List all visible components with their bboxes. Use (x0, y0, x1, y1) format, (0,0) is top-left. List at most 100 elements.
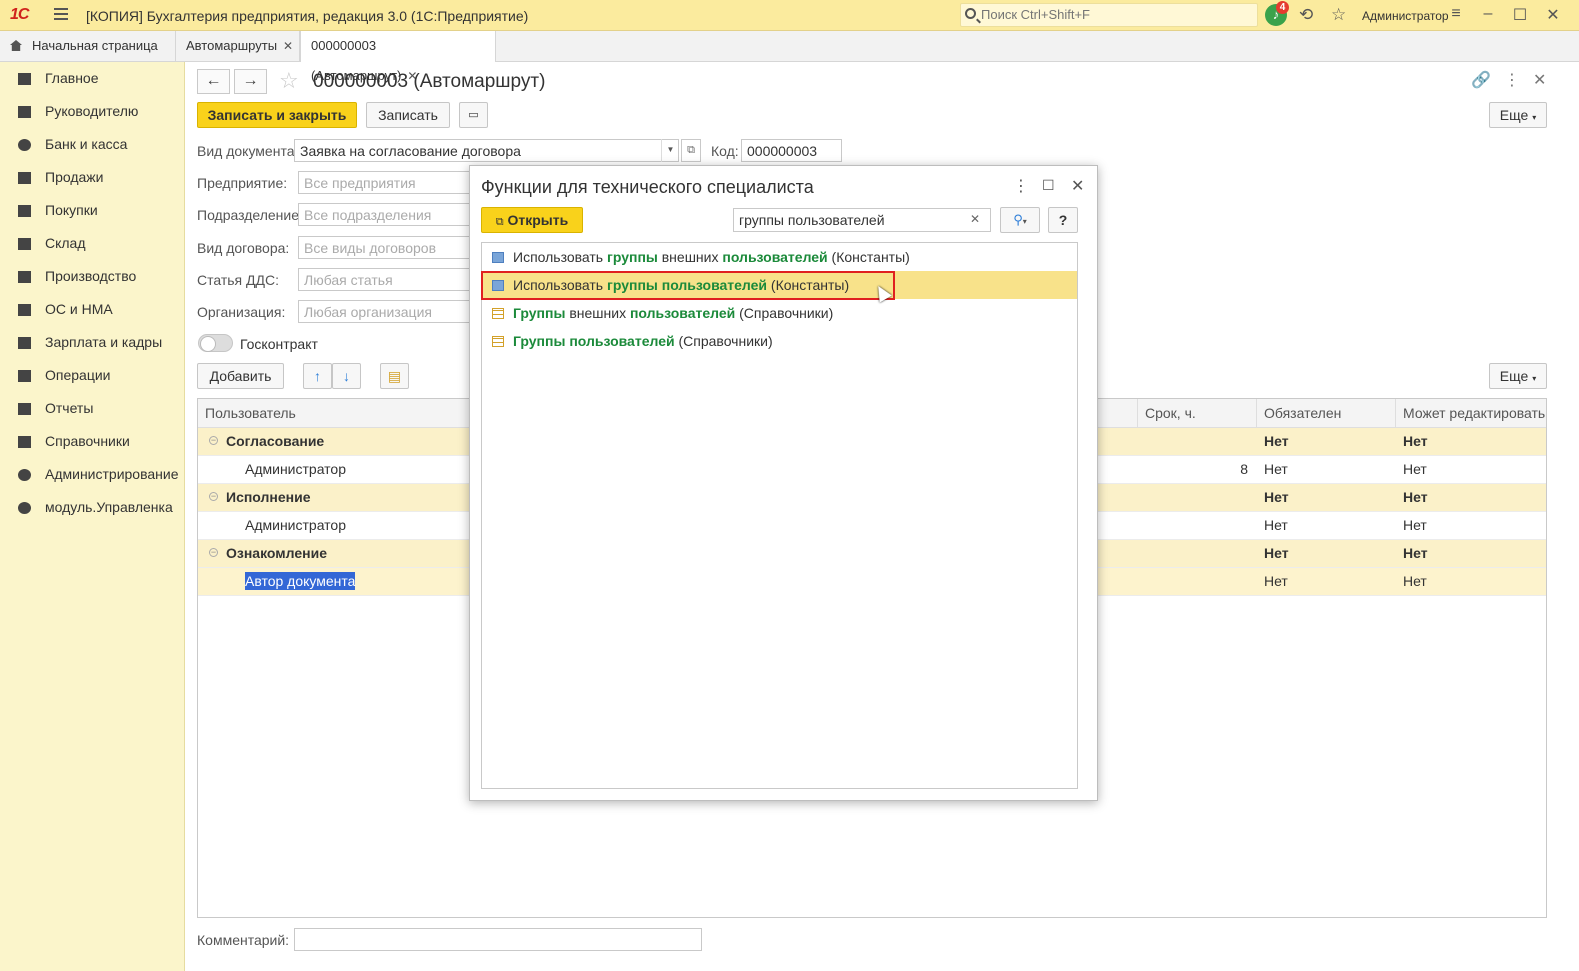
sidebar-item-purchases[interactable]: Покупки (0, 194, 185, 227)
division-placeholder: Все подразделения (304, 207, 432, 223)
settings-menu-icon[interactable]: ≡ (1446, 5, 1466, 23)
global-search[interactable] (960, 3, 1258, 27)
column-header-required[interactable]: Обязателен (1256, 399, 1395, 428)
sidebar-item-references[interactable]: Справочники (0, 425, 185, 458)
column-header-editable[interactable]: Может редактировать (1395, 399, 1546, 428)
save-button[interactable]: Записать (366, 102, 450, 128)
editable-cell: Нет (1403, 545, 1428, 561)
global-search-input[interactable] (981, 7, 1251, 22)
module-icon (18, 502, 31, 514)
list-icon (18, 73, 31, 85)
sidebar-item-warehouse[interactable]: Склад (0, 227, 185, 260)
column-header-term[interactable]: Срок, ч. (1137, 399, 1256, 428)
help-button[interactable]: ? (1048, 207, 1078, 233)
sidebar-item-reports[interactable]: Отчеты (0, 392, 185, 425)
sidebar-item-management-module[interactable]: модуль.Управленка (0, 491, 185, 524)
history-icon[interactable]: ⟲ (1299, 5, 1313, 25)
required-cell: Нет (1264, 545, 1289, 561)
minimize-icon[interactable]: – (1478, 5, 1498, 23)
tab-label: Начальная страница (32, 38, 158, 53)
contract-type-field[interactable]: Все виды договоров (298, 236, 470, 259)
sidebar-item-manager[interactable]: Руководителю (0, 95, 185, 128)
user-cell[interactable]: Автор документа (245, 572, 356, 590)
debit-credit-icon (18, 370, 31, 382)
app-title: [КОПИЯ] Бухгалтерия предприятия, редакци… (86, 8, 529, 24)
save-and-close-button[interactable]: Записать и закрыть (197, 102, 357, 128)
org-placeholder: Любая организация (304, 304, 432, 320)
sidebar-item-sales[interactable]: Продажи (0, 161, 185, 194)
home-icon (10, 40, 22, 51)
editable-cell: Нет (1403, 517, 1427, 533)
tab-automarshrut-document[interactable]: 000000003 (Автомаршрут) ✕ (300, 31, 496, 83)
add-button[interactable]: Добавить (197, 363, 284, 389)
clear-search-icon[interactable]: ✕ (970, 212, 980, 226)
sidebar-item-label: Руководителю (45, 103, 139, 119)
match-highlight: пользователей (722, 249, 828, 265)
functions-list[interactable]: Использовать группы внешних пользователе… (481, 242, 1078, 789)
sidebar-item-label: Продажи (45, 169, 104, 185)
tab-automarshruty[interactable]: Автомаршруты ✕ (176, 31, 300, 61)
sidebar-item-assets[interactable]: ОС и НМА (0, 293, 185, 326)
dds-field[interactable]: Любая статья (298, 268, 470, 291)
menu-icon[interactable] (54, 8, 68, 20)
enterprise-field[interactable]: Все предприятия (298, 171, 470, 194)
editable-cell: Нет (1403, 489, 1428, 505)
table-more-button[interactable]: Еще ▾ (1489, 363, 1547, 389)
close-window-icon[interactable]: ✕ (1543, 5, 1563, 25)
sidebar-item-production[interactable]: Производство (0, 260, 185, 293)
factory-icon (18, 271, 31, 283)
sidebar-item-main[interactable]: Главное (0, 62, 185, 95)
highlight-frame (481, 271, 895, 300)
sidebar-item-operations[interactable]: Операции (0, 359, 185, 392)
collapse-icon[interactable]: − (209, 436, 218, 445)
search-button[interactable]: ⚲▾ (1000, 207, 1040, 233)
doc-type-field[interactable]: Заявка на согласование договора (294, 139, 679, 162)
org-field[interactable]: Любая организация (298, 300, 470, 323)
comment-label: Комментарий: (197, 932, 290, 948)
collapse-icon[interactable]: − (209, 548, 218, 557)
maximize-icon[interactable]: ☐ (1042, 177, 1055, 194)
favorites-icon[interactable]: ☆ (1331, 5, 1346, 25)
open-button[interactable]: ⧉ Открыть (481, 207, 583, 233)
forward-button[interactable]: → (234, 69, 267, 94)
more-vertical-icon[interactable]: ⋮ (1013, 176, 1029, 196)
list-item-label: Группы внешних пользователей (Справочник… (513, 299, 833, 327)
dropdown-arrow-icon: ▾ (1532, 374, 1537, 383)
more-vertical-icon[interactable]: ⋮ (1504, 70, 1520, 90)
list-item[interactable]: Группы внешних пользователей (Справочник… (482, 299, 1077, 327)
division-field[interactable]: Все подразделения (298, 203, 470, 226)
add-group-folder-icon[interactable]: ▤ (380, 363, 409, 389)
user-cell: Администратор (245, 517, 347, 533)
dds-placeholder: Любая статья (304, 272, 393, 288)
editable-cell: Нет (1403, 573, 1427, 589)
more-button[interactable]: Еще ▾ (1489, 102, 1547, 128)
collapse-icon[interactable]: − (209, 492, 218, 501)
chevron-down-icon[interactable]: ▼ (661, 139, 679, 162)
open-icon: ⧉ (495, 216, 504, 228)
print-icon[interactable]: ▭ (459, 102, 488, 128)
favorite-star-icon[interactable]: ☆ (279, 68, 299, 94)
function-search-input[interactable]: группы пользователей (733, 208, 991, 232)
search-value: группы пользователей (739, 212, 885, 228)
link-icon[interactable]: 🔗 (1471, 70, 1491, 90)
open-icon[interactable]: ⧉ (681, 139, 701, 162)
move-up-icon[interactable]: ↑ (303, 363, 332, 389)
current-user[interactable]: Администратор (1362, 9, 1449, 23)
doc-type-value: Заявка на согласование договора (300, 143, 521, 159)
sidebar-item-payroll[interactable]: Зарплата и кадры (0, 326, 185, 359)
close-form-icon[interactable]: ✕ (1533, 70, 1546, 90)
maximize-icon[interactable]: ☐ (1510, 5, 1530, 25)
sidebar-item-label: Главное (45, 70, 99, 86)
goscontract-toggle[interactable] (198, 334, 233, 352)
list-item[interactable]: Группы пользователей (Справочники) (482, 327, 1077, 355)
comment-field[interactable] (294, 928, 702, 951)
list-item[interactable]: Использовать группы внешних пользователе… (482, 243, 1077, 271)
code-field[interactable]: 000000003 (741, 139, 842, 162)
close-tab-icon[interactable]: ✕ (283, 39, 293, 53)
back-button[interactable]: ← (197, 69, 230, 94)
sidebar-item-bank[interactable]: Банк и касса (0, 128, 185, 161)
close-icon[interactable]: ✕ (1071, 176, 1084, 196)
move-down-icon[interactable]: ↓ (332, 363, 361, 389)
tab-home[interactable]: Начальная страница (0, 31, 176, 61)
sidebar-item-administration[interactable]: Администрирование (0, 458, 185, 491)
